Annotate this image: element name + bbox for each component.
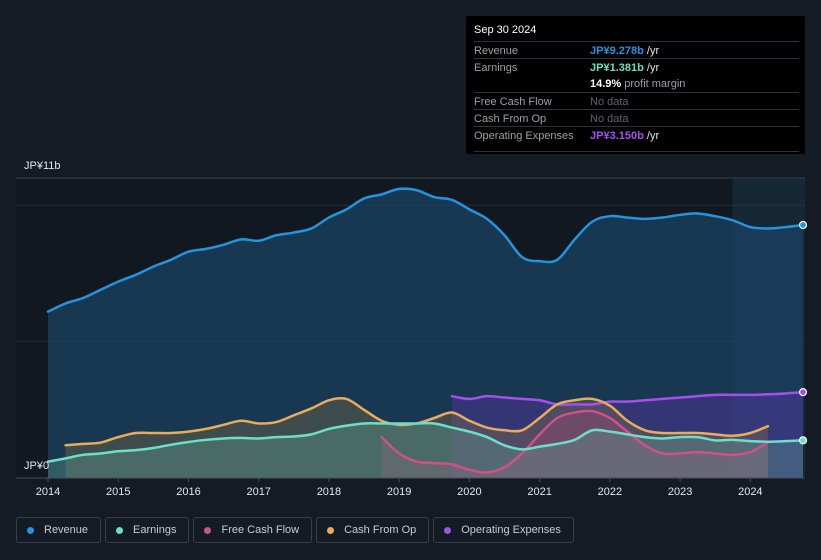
tooltip-value-unit: profit margin <box>621 78 686 90</box>
tooltip-row-label: Cash From Op <box>474 113 547 125</box>
tooltip-row-value: No data <box>590 96 629 108</box>
tooltip-row: Revenue JP¥9.278b /yr <box>474 41 799 59</box>
tooltip-row-value: JP¥9.278b /yr <box>590 45 659 57</box>
legend-item-earnings[interactable]: Earnings <box>105 517 190 543</box>
legend-dot-icon <box>327 526 335 534</box>
x-tick-label: 2023 <box>668 486 692 498</box>
x-tick-label: 2018 <box>317 486 341 498</box>
tooltip-row-value: 14.9% profit margin <box>590 78 685 90</box>
y-axis-top-label: JP¥11b <box>24 160 61 172</box>
tooltip-divider <box>474 151 799 152</box>
tooltip-row: Operating Expenses JP¥3.150b /yr <box>474 126 799 144</box>
tooltip-row-label: Earnings <box>474 62 518 74</box>
x-tick-label: 2020 <box>457 486 481 498</box>
tooltip-value-unit: /yr <box>643 62 660 74</box>
x-tick-label: 2019 <box>387 486 411 498</box>
tooltip-row-label: Free Cash Flow <box>474 96 552 108</box>
legend-dot-icon <box>204 526 212 534</box>
tooltip-row: Cash From Op No data <box>474 109 799 127</box>
tooltip-row: Earnings JP¥1.381b /yr <box>474 58 799 76</box>
legend-item-free-cash-flow[interactable]: Free Cash Flow <box>193 517 313 543</box>
legend-dot-icon <box>116 526 124 534</box>
legend-item-operating-expenses[interactable]: Operating Expenses <box>433 517 574 543</box>
tooltip-value-unit: /yr <box>643 45 660 57</box>
tooltip-value-number: JP¥1.381b <box>590 62 644 74</box>
tooltip-panel: Sep 30 2024 Revenue JP¥9.278b /yr Earnings… <box>466 16 805 154</box>
legend-dot-icon <box>444 526 452 534</box>
x-tick-label: 2015 <box>106 486 130 498</box>
tooltip-row-label: Revenue <box>474 45 519 57</box>
earnings-end-marker <box>798 436 808 445</box>
tooltip-row-value: JP¥1.381b /yr <box>590 62 659 74</box>
legend-dot-icon <box>27 526 34 534</box>
legend-item-cash-from-op[interactable]: Cash From Op <box>316 517 430 543</box>
y-axis-zero-label: JP¥0 <box>24 460 50 472</box>
legend-label: Revenue <box>44 524 89 536</box>
tooltip-value-unit: /yr <box>643 130 660 142</box>
tooltip-value-number: 14.9% <box>590 78 622 90</box>
legend-label: Free Cash Flow <box>221 524 300 536</box>
tooltip-value-number: JP¥9.278b <box>590 45 644 57</box>
legend-label: Cash From Op <box>344 524 417 536</box>
tooltip-value-number: JP¥3.150b <box>590 130 644 142</box>
legend-label: Operating Expenses <box>461 524 561 536</box>
tooltip-row-label: Operating Expenses <box>474 130 574 142</box>
x-tick-label: 2022 <box>598 486 622 498</box>
x-tick-label: 2024 <box>738 486 762 498</box>
legend: Revenue Earnings Free Cash Flow Cash From O… <box>16 517 574 543</box>
tooltip-row: 14.9% profit margin <box>474 75 799 92</box>
revenue-end-marker <box>798 220 808 230</box>
tooltip-row: Free Cash Flow No data <box>474 92 799 110</box>
x-axis-ticks: 2014 2015 2016 2017 2018 2019 2020 2021 2022 2023… <box>36 478 763 498</box>
legend-label: Earnings <box>133 524 177 536</box>
tooltip-date: Sep 30 2024 <box>474 24 537 36</box>
x-tick-label: 2016 <box>176 486 200 498</box>
x-tick-label: 2014 <box>36 486 60 498</box>
x-tick-label: 2021 <box>527 486 551 498</box>
tooltip-row-value: JP¥3.150b /yr <box>590 130 659 142</box>
legend-item-revenue[interactable]: Revenue <box>16 517 102 543</box>
x-tick-label: 2017 <box>246 486 270 498</box>
tooltip-row-value: No data <box>590 113 629 125</box>
operating-expenses-end-marker <box>798 387 808 397</box>
